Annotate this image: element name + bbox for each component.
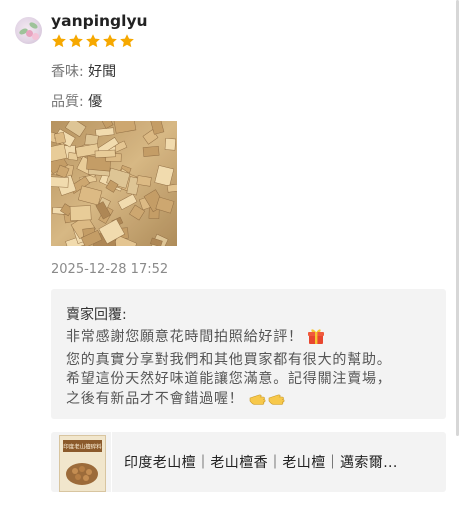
product-thumbnail[interactable]: 印度老山檀碎料 [59, 435, 106, 492]
seller-reply-title: 賣家回覆: [66, 307, 127, 323]
attribute-separator: : [79, 94, 89, 110]
product-card[interactable]: 印度老山檀碎料 印度老山檀｜老山檀香｜老山檀｜邁索爾... [51, 432, 446, 492]
gift-icon [307, 327, 325, 351]
attribute-quality-key: 品質 [51, 94, 79, 110]
attribute-quality: 品質: 優 [51, 91, 102, 111]
reply-line-4: 之後有新品才不會錯過喔！ [66, 391, 244, 407]
product-thumb-label: 印度老山檀碎料 [63, 443, 102, 451]
reviewer-username[interactable]: yanpinglyu [51, 12, 148, 30]
rating-stars [51, 33, 135, 49]
star-icon [120, 34, 134, 48]
attribute-quality-value: 優 [88, 94, 103, 110]
star-icon [52, 34, 66, 48]
reply-line-3: 希望這份天然好味道能讓您滿意。記得關注賣場， [66, 371, 392, 387]
product-title[interactable]: 印度老山檀｜老山檀香｜老山檀｜邁索爾... [124, 452, 434, 472]
attribute-scent-value: 好聞 [88, 64, 117, 80]
seller-reply-body: 非常感謝您願意花時間拍照給好評！ 您的真實分享對我們和其他買家都有很大的幫助。 … [66, 327, 438, 413]
star-icon [103, 34, 117, 48]
seller-reply-box: 賣家回覆: 非常感謝您願意花時間拍照給好評！ 您的真實分享對我們和其他買家都有很… [51, 289, 446, 419]
pointing-hands-icon [248, 389, 288, 413]
review-date: 2025-12-28 17:52 [51, 262, 169, 277]
attribute-separator: : [79, 64, 89, 80]
reply-line-1: 非常感謝您願意花時間拍照給好評！ [66, 329, 303, 345]
attribute-scent-key: 香味 [51, 64, 79, 80]
wood-chips-photo [51, 121, 177, 246]
user-avatar[interactable] [15, 17, 42, 44]
attribute-scent: 香味: 好聞 [51, 61, 116, 81]
review-photo[interactable] [51, 121, 177, 246]
star-icon [86, 34, 100, 48]
star-icon [69, 34, 83, 48]
product-separator [111, 432, 112, 492]
reply-line-2: 您的真實分享對我們和其他買家都有很大的幫助。 [66, 352, 392, 368]
scrollbar[interactable] [456, 0, 459, 436]
